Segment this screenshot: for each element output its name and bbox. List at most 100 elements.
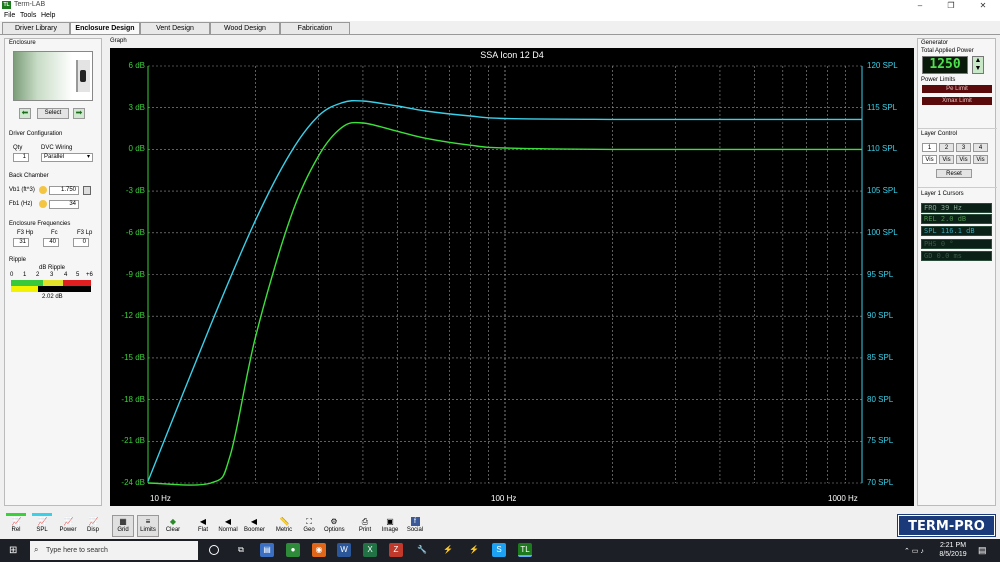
system-tray-icons[interactable]: ⌃ ▭ ♪ [904,547,924,555]
enclosure-frequencies-title: Enclosure Frequencies [9,221,71,227]
limits-icon: ≡ [145,517,151,526]
next-arrow-button[interactable]: ➡ [73,108,85,119]
left-axis-tick-label: -21 dB [121,436,145,446]
layer-1-button[interactable]: 1 [922,143,937,152]
chrome-icon[interactable]: ● [286,543,300,557]
maximize-button[interactable]: ❐ [936,0,966,11]
social-button[interactable]: f Social [404,515,426,537]
x-axis-tick-label: 100 Hz [491,494,517,503]
menu-tools[interactable]: Tools [20,12,36,19]
tools-icon[interactable]: 🔧 [415,543,429,557]
metric-button[interactable]: 📏 Metric [273,515,295,537]
image-button[interactable]: ▣ Image [379,515,401,537]
x-axis-tick-label: 10 Hz [150,494,171,503]
layer-2-vis-toggle[interactable]: Vis [939,155,954,164]
tab-wood-design[interactable]: Wood Design [210,22,280,34]
task-view-icon[interactable]: ⧉ [234,543,248,557]
calculator-icon[interactable] [83,186,91,195]
flat-button[interactable]: ◀ Flat [192,515,214,537]
reset-button[interactable]: Reset [936,169,972,178]
f3lp-label: F3 Lp [77,230,93,236]
limits-button[interactable]: ≡ Limits [137,515,159,537]
skype-icon[interactable]: S [492,543,506,557]
windows-start-icon[interactable]: ⊞ [9,545,20,556]
term-pro-logo: TERM-PRO [897,514,996,537]
spl-button[interactable]: 📈 SPL [31,515,53,537]
right-axis-tick-label: 85 SPL [867,352,894,362]
firefox-icon[interactable]: ◉ [312,543,326,557]
lock-icon[interactable] [39,200,47,208]
normal-button[interactable]: ◀ Normal [217,515,239,537]
menu-bar: File Tools Help [0,11,1000,21]
right-axis-tick-label: 120 SPL [867,61,898,70]
prev-arrow-button[interactable]: ⬅ [19,108,31,119]
power-stepper[interactable]: ▲ ▼ [972,56,984,74]
minimize-button[interactable]: – [905,0,935,11]
clear-icon: ◆ [169,517,177,526]
right-axis-tick-label: 110 SPL [867,144,898,154]
clear-button[interactable]: ◆ Clear [162,515,184,537]
taskbar-search-input[interactable]: Type here to search [30,541,198,560]
ripple-meter-fill [11,286,38,292]
disp-button[interactable]: 📈 Disp [82,515,104,537]
layer-1-vis-toggle[interactable]: Vis [922,155,937,164]
arrow-app-icon[interactable]: ⚡ [467,543,481,557]
layer-2-button[interactable]: 2 [939,143,954,152]
enclosure-title: Enclosure [9,40,36,46]
frequency-response-graph[interactable]: SSA Icon 12 D4 6 dB 3 dB 0 dB -3 dB -6 dB -9 … [110,48,914,506]
geo-icon: ⛶ [306,517,312,526]
chevron-down-icon: ▾ [86,154,90,160]
qty-input[interactable]: 1 [13,153,29,162]
generator-title: Generator [921,40,949,46]
menu-help[interactable]: Help [41,12,55,19]
select-enclosure-button[interactable]: Select [37,108,69,119]
excel-icon[interactable]: X [363,543,377,557]
left-axis-tick-label: -3 dB [125,186,145,196]
layer-4-button[interactable]: 4 [973,143,988,152]
left-axis-tick-label: 3 dB [128,102,145,112]
layer-3-vis-toggle[interactable]: Vis [956,155,971,164]
f3hp-input[interactable]: 31 [13,238,29,247]
boomer-button[interactable]: ◀ Boomer [243,515,265,537]
printer-icon: ⎙ [361,517,369,526]
file-explorer-icon[interactable]: ▤ [260,543,274,557]
fb1-input[interactable]: 34 [49,200,79,209]
layer-4-vis-toggle[interactable]: Vis [973,155,988,164]
cursor-rel-readout: REL 2.0 dB [921,214,992,224]
disp-chart-icon: 📈 [88,517,99,526]
close-button[interactable]: ✕ [968,0,998,11]
rel-button[interactable]: 📈 Rel [5,515,27,537]
vb1-label: Vb1 (ft^3) [9,187,35,193]
print-button[interactable]: ⎙ Print [354,515,376,537]
clock-time[interactable]: 2:21 PM [938,542,968,549]
word-icon[interactable]: W [337,543,351,557]
filezilla-icon[interactable]: Z [389,543,403,557]
layer-3-button[interactable]: 3 [956,143,971,152]
f3lp-input[interactable]: 0 [73,238,89,247]
clock-date[interactable]: 8/5/2019 [936,551,970,558]
cursor-phase-readout: PHS 0 ° [921,239,992,249]
geo-button[interactable]: ⛶ Geo [298,515,320,537]
lock-icon[interactable] [39,186,47,194]
windows-taskbar: ⊞ Type here to search ⌕ ⧉ ▤ ● ◉ W X Z 🔧 … [0,539,1000,562]
facebook-icon: f [410,517,420,526]
rel-chart-icon: 📈 [11,517,22,526]
lightning-icon[interactable]: ⚡ [441,543,455,557]
power-button[interactable]: 📈 Power [57,515,79,537]
left-axis-tick-label: -18 dB [121,394,145,404]
menu-file[interactable]: File [4,12,15,19]
notifications-icon[interactable]: ▤ [978,545,987,556]
tab-vent-design[interactable]: Vent Design [140,22,210,34]
grid-button[interactable]: ▦ Grid [112,515,134,537]
fc-input[interactable]: 40 [43,238,59,247]
options-button[interactable]: ⚙ Options [323,515,345,537]
term-lab-taskbar-icon[interactable]: TL [518,543,532,557]
tab-driver-library[interactable]: Driver Library [2,22,70,34]
dvc-wiring-select[interactable]: Parallel ▾ [41,153,93,162]
tab-fabrication[interactable]: Fabrication [280,22,350,34]
image-icon: ▣ [386,517,394,526]
total-power-label: Total Applied Power [921,48,974,54]
vb1-input[interactable]: 1.750 [49,186,79,195]
cortana-icon[interactable] [209,545,219,555]
cursor-spl-readout: SPL 116.1 dB [921,226,992,236]
